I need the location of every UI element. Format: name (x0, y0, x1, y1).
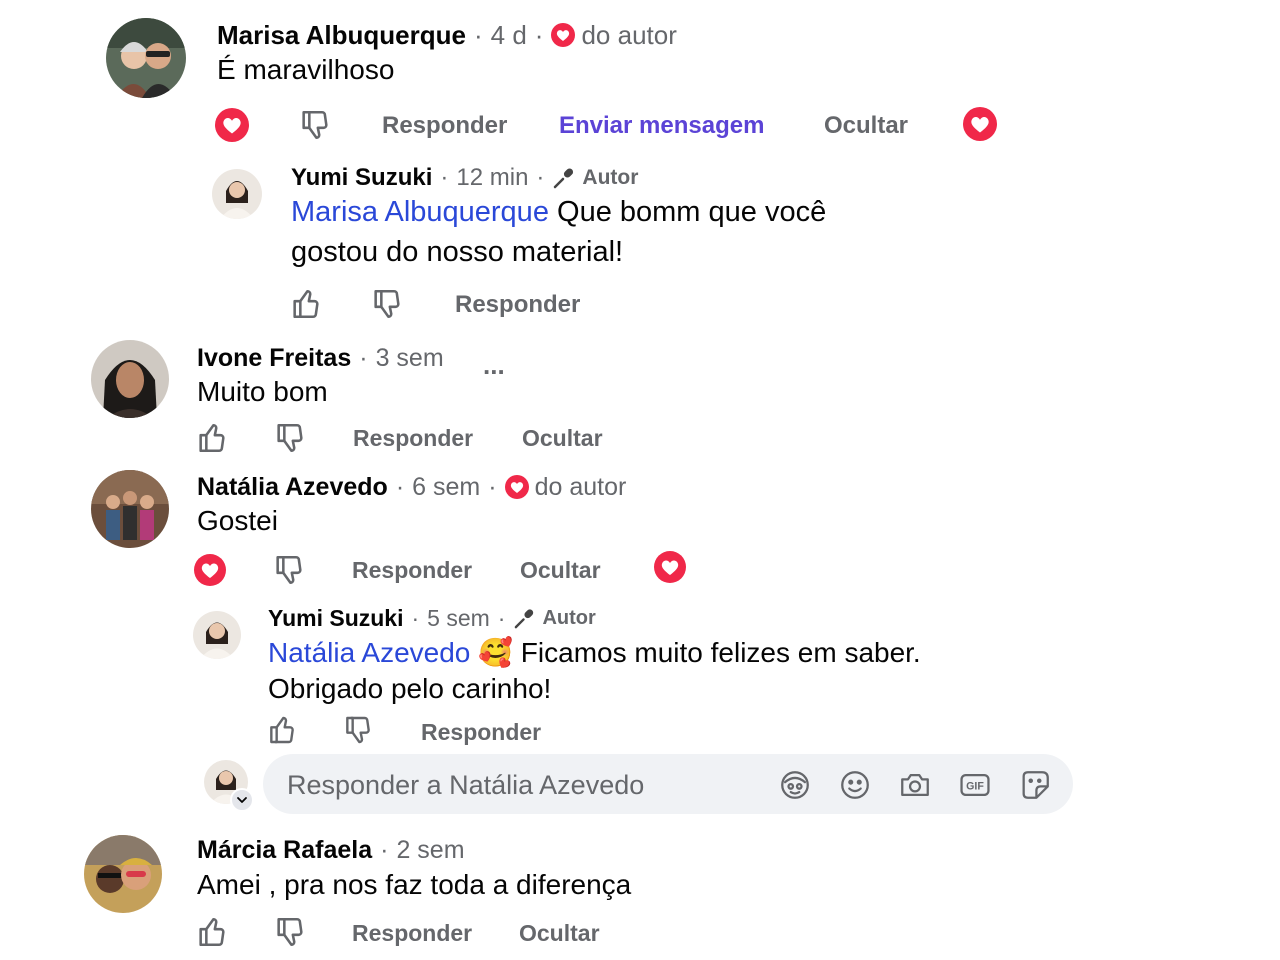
heart-reaction-icon[interactable] (194, 554, 226, 591)
comment-author[interactable]: Márcia Rafaela (197, 836, 372, 865)
comment-header: Márcia Rafaela · 2 sem (197, 834, 465, 866)
comment-header: Marisa Albuquerque · 4 d · do autor (217, 18, 677, 52)
avatar[interactable] (212, 169, 262, 219)
smiling-hearts-emoji-icon: 🥰 (478, 637, 514, 668)
author-heart-icon[interactable] (963, 107, 997, 146)
send-message-button[interactable]: Enviar mensagem (559, 112, 764, 140)
reply-author[interactable]: Yumi Suzuki (291, 164, 432, 192)
mention-link[interactable]: Marisa Albuquerque (291, 196, 549, 228)
reply-button[interactable]: Responder (382, 112, 507, 140)
reply-text-line2: Obrigado pelo carinho! (268, 673, 552, 704)
comment-text: É maravilhoso (217, 54, 395, 85)
avatar-sticker-icon[interactable] (778, 768, 812, 807)
avatar[interactable] (193, 611, 241, 659)
author-heart-icon[interactable] (654, 551, 686, 588)
sticker-icon[interactable] (1018, 768, 1052, 807)
gif-label: GIF (966, 781, 984, 793)
reply-text: Que bomm que você (557, 196, 827, 228)
separator: · (380, 835, 389, 864)
comment-text: Muito bom (197, 376, 328, 407)
thumbs-down-icon[interactable] (370, 287, 404, 326)
author-role: Autor (582, 166, 639, 189)
separator: · (534, 19, 544, 50)
heart-icon (504, 475, 529, 499)
separator: · (359, 343, 368, 372)
reply-button[interactable]: Responder (421, 719, 541, 746)
reply-text-line1: Marisa Albuquerque Que bomm que você (291, 196, 826, 229)
reply-header: Yumi Suzuki · 12 min · Autor (291, 162, 638, 194)
thumbs-down-icon[interactable] (342, 714, 374, 751)
reply-header: Yumi Suzuki · 5 sem · Autor (268, 603, 596, 633)
comment-time[interactable]: 6 sem (412, 473, 480, 502)
reply-button[interactable]: Responder (352, 920, 472, 947)
separator: · (411, 604, 420, 631)
avatar[interactable] (91, 340, 169, 418)
author-badge: do autor (534, 472, 627, 501)
separator: · (473, 19, 483, 50)
reply-time[interactable]: 12 min (456, 164, 528, 192)
reply-button[interactable]: Responder (353, 425, 473, 452)
thumbs-down-icon[interactable] (272, 553, 306, 592)
more-options-icon[interactable]: ... (483, 350, 505, 381)
separator: · (536, 164, 545, 191)
comment-author[interactable]: Natália Azevedo (197, 473, 388, 502)
reply-button[interactable]: Responder (352, 557, 472, 584)
thumbs-down-icon[interactable] (273, 421, 307, 460)
comment-author[interactable]: Ivone Freitas (197, 344, 351, 373)
reply-button[interactable]: Responder (455, 291, 580, 319)
author-badge: do autor (581, 19, 677, 50)
thumbs-up-icon[interactable] (266, 714, 298, 751)
hide-button[interactable]: Ocultar (520, 557, 601, 584)
gif-icon[interactable]: GIF (958, 768, 992, 807)
comment-author[interactable]: Marisa Albuquerque (217, 20, 466, 51)
heart-icon (551, 23, 576, 47)
thumbs-up-icon[interactable] (195, 421, 229, 460)
reply-input[interactable] (285, 767, 759, 803)
microphone-icon (552, 166, 576, 190)
comment-header: Ivone Freitas · 3 sem (197, 342, 444, 374)
comment-text: Gostei (197, 505, 278, 536)
reply-time[interactable]: 5 sem (427, 605, 490, 632)
mention-link[interactable]: Natália Azevedo (268, 637, 470, 668)
thumbs-up-icon[interactable] (195, 915, 229, 954)
thumbs-down-icon[interactable] (273, 915, 307, 954)
heart-reaction-icon[interactable] (215, 108, 249, 147)
reply-text-line2: gostou do nosso material! (291, 236, 624, 268)
composer-avatar[interactable] (204, 760, 254, 812)
comment-header: Natália Azevedo · 6 sem · do autor (197, 471, 626, 503)
comment-text: Amei , pra nos faz toda a diferença (197, 869, 632, 900)
separator: · (488, 472, 497, 501)
avatar[interactable] (91, 470, 169, 548)
author-role: Autor (542, 606, 596, 629)
hide-button[interactable]: Ocultar (824, 112, 908, 140)
emoji-icon[interactable] (838, 768, 872, 807)
camera-icon[interactable] (898, 768, 932, 807)
separator: · (395, 472, 405, 501)
separator: · (497, 604, 506, 631)
hide-button[interactable]: Ocultar (519, 920, 600, 947)
avatar[interactable] (84, 835, 162, 913)
separator: · (440, 164, 449, 191)
chevron-down-icon[interactable] (230, 788, 254, 812)
reply-composer: GIF (263, 754, 1073, 814)
thumbs-up-icon[interactable] (289, 287, 323, 326)
comment-time[interactable]: 4 d (491, 20, 527, 51)
avatar[interactable] (106, 18, 186, 98)
microphone-icon (513, 607, 536, 630)
reply-text: Ficamos muito felizes em saber. (520, 637, 921, 668)
reply-text-line1: Natália Azevedo 🥰 Ficamos muito felizes … (268, 636, 921, 669)
comment-time[interactable]: 3 sem (376, 344, 444, 373)
thumbs-down-icon[interactable] (298, 108, 332, 147)
comment-time[interactable]: 2 sem (396, 836, 464, 865)
reply-author[interactable]: Yumi Suzuki (268, 605, 403, 632)
hide-button[interactable]: Ocultar (522, 425, 603, 452)
